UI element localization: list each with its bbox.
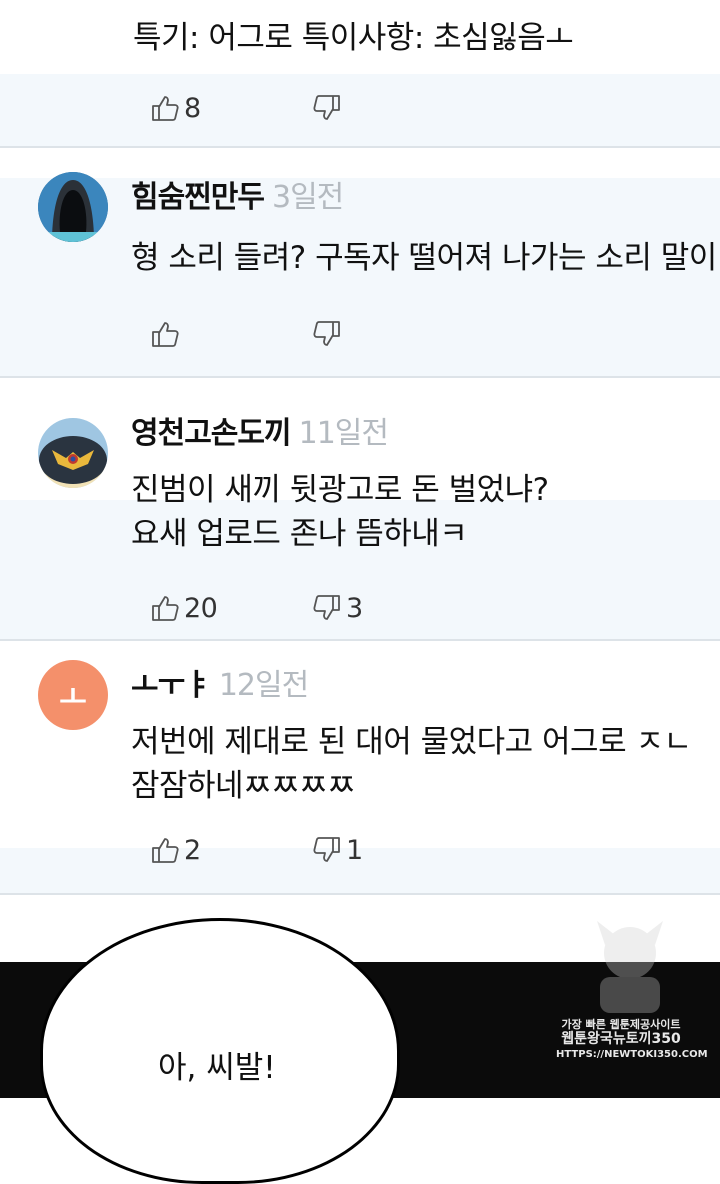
dislike-button[interactable]: 1 [312, 830, 363, 870]
comment-text: 형 소리 들려? 구독자 떨어져 나가는 소리 말이 [131, 236, 717, 280]
avatar[interactable]: ㅗ [38, 660, 108, 730]
dislike-button[interactable] [312, 88, 346, 128]
timestamp: 3일전 [272, 180, 344, 215]
police-emblem-icon [38, 418, 108, 488]
thumbs-up-icon [152, 838, 179, 863]
like-count: 20 [184, 592, 218, 624]
comment-actions: 2 1 [150, 830, 550, 870]
watermark-line: HTTPS://NEWTOKI350.COM [556, 1049, 708, 1060]
thumbs-up-icon [152, 596, 179, 621]
comment-actions: 20 3 [150, 588, 550, 628]
dislike-count: 3 [346, 592, 363, 624]
comment-header: ㅗㅜㅑ 12일전 [131, 660, 309, 704]
separator [0, 639, 720, 641]
comment-text: 저번에 제대로 된 대어 물었다고 어그로 ㅈㄴ 잠잠하네ㅉㅉㅉㅉ [131, 720, 692, 808]
username[interactable]: 힘숨찐만두 [131, 180, 265, 215]
watermark-line: 가장 빠른 웹툰제공사이트 [561, 1018, 681, 1031]
watermark: 가장 빠른 웹툰제공사이트 웹툰왕국뉴토끼350 HTTPS://NEWTOKI… [556, 1018, 708, 1061]
timestamp: 12일전 [218, 668, 309, 703]
thumbs-down-icon [313, 837, 340, 862]
separator [0, 146, 720, 148]
thumbs-up-icon [152, 96, 179, 121]
dislike-button[interactable] [312, 314, 346, 354]
separator [0, 893, 720, 895]
like-button[interactable]: 2 [150, 830, 201, 870]
like-button[interactable]: 20 [150, 588, 218, 628]
comment-actions: 8 [150, 88, 550, 128]
thumbs-up-icon [152, 322, 179, 347]
comment-header: 영천고손도끼 11일전 [131, 408, 389, 452]
watermark-mascot-icon [597, 921, 663, 1013]
username[interactable]: 영천고손도끼 [131, 416, 292, 451]
comment-line: 형 소리 들려? 구독자 떨어져 나가는 소리 말이 [131, 240, 717, 276]
avatar-initial: ㅗ [59, 681, 87, 716]
separator [0, 376, 720, 378]
speech-text: 아, 씨발! [158, 1050, 276, 1086]
comment-text: 진범이 새끼 뒷광고로 돈 벌었냐? 요새 업로드 존나 뜸하내ㅋ [131, 468, 549, 556]
dislike-button[interactable]: 3 [312, 588, 363, 628]
thumbs-down-icon [313, 595, 340, 620]
comment-line: 저번에 제대로 된 대어 물었다고 어그로 ㅈㄴ [131, 724, 692, 760]
comment-line: 잠잠하네ㅉㅉㅉㅉ [131, 768, 356, 804]
like-button[interactable]: 8 [150, 88, 201, 128]
username[interactable]: ㅗㅜㅑ [131, 668, 212, 703]
comment-line: 요새 업로드 존나 뜸하내ㅋ [131, 516, 468, 552]
like-button[interactable] [150, 314, 184, 354]
comment-header: 힘숨찐만두 3일전 [131, 172, 344, 216]
watermark-line: 웹툰왕국뉴토끼350 [561, 1031, 681, 1047]
like-count: 8 [184, 92, 201, 124]
comment-text: 특기: 어그로 특이사항: 초심잃음ㅗ [133, 20, 574, 56]
like-count: 2 [184, 834, 201, 866]
thumbs-down-icon [313, 321, 340, 346]
hooded-figure-icon [38, 172, 108, 242]
avatar[interactable] [38, 418, 108, 488]
comment-line: 진범이 새끼 뒷광고로 돈 벌었냐? [131, 472, 549, 508]
timestamp: 11일전 [298, 416, 389, 451]
thumbs-down-icon [313, 95, 340, 120]
avatar[interactable] [38, 172, 108, 242]
comment-actions [150, 314, 550, 354]
dislike-count: 1 [346, 834, 363, 866]
